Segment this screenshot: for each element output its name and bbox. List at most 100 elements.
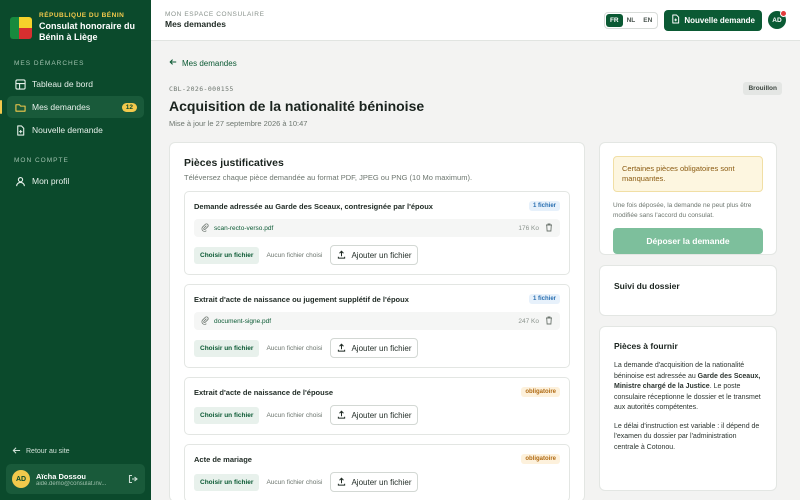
file-size: 247 Ko [518,317,539,325]
main-area: MON ESPACE CONSULAIRE Mes demandes FR NL… [151,0,800,500]
sidebar: RÉPUBLIQUE DU BÉNIN Consulat honoraire d… [0,0,151,500]
no-file-chosen: Aucun fichier choisi [266,478,323,486]
topbar: MON ESPACE CONSULAIRE Mes demandes FR NL… [151,0,800,41]
documents-subtitle: Téléversez chaque pièce demandée au form… [184,173,473,182]
breadcrumb-label: Mes demandes [182,58,237,68]
sidebar-item-label: Mon profil [32,176,70,186]
new-request-button[interactable]: Nouvelle demande [664,9,762,31]
paperclip-icon [201,222,209,234]
document-piece: Extrait d'acte de naissance ou jugement … [184,284,570,368]
topbar-kicker: MON ESPACE CONSULAIRE [165,11,265,18]
topbar-title: Mes demandes [165,19,226,29]
upload-icon [337,410,346,421]
file-link[interactable]: document-signe.pdf [214,318,271,325]
piece-name: Acte de mariage [194,454,252,464]
upload-icon [337,343,346,354]
required-badge: obligatoire [521,454,560,464]
brand[interactable]: RÉPUBLIQUE DU BÉNIN Consulat honoraire d… [0,0,151,52]
request-reference: CBL-2026-000155 [169,84,234,93]
arrow-left-icon [169,58,177,68]
add-file-label: Ajouter un fichier [351,250,412,260]
trash-icon[interactable] [545,316,553,327]
lang-nl-button[interactable]: NL [623,14,640,27]
add-file-label: Ajouter un fichier [351,343,412,353]
dashboard-icon [14,78,26,90]
sidebar-item-label: Mes demandes [32,102,91,112]
page-content: Mes demandes CBL-2026-000155 Brouillon A… [151,41,800,500]
required-documents-card: Pièces à fournir La demande d'acquisitio… [599,326,777,491]
avatar[interactable]: AD [768,10,787,29]
piece-name: Extrait d'acte de naissance ou jugement … [194,294,409,304]
add-file-button[interactable]: Ajouter un fichier [330,405,419,425]
language-switcher: FR NL EN [603,11,659,29]
required-badge: obligatoire [521,387,560,397]
user-card: AD Aïcha Dossou aide.demo@consulat.inv..… [6,464,145,494]
sidebar-item-profile[interactable]: Mon profil [7,170,144,192]
tracking-card: Suivi du dossier [599,265,777,316]
requests-count-badge: 12 [121,102,137,112]
required-documents-text: La demande d'acquisition de la nationali… [614,362,761,411]
sidebar-item-label: Tableau de bord [32,79,93,89]
choose-file-button[interactable]: Choisir un fichier [194,246,260,264]
submit-hint: Une fois déposée, la demande ne peut plu… [613,202,752,219]
upload-icon [337,250,346,261]
add-file-button[interactable]: Ajouter un fichier [330,472,419,492]
no-file-chosen: Aucun fichier choisi [266,411,323,419]
sidebar-item-requests[interactable]: Mes demandes 12 [0,96,144,118]
upload-icon [337,477,346,488]
required-documents-title: Pièces à fournir [614,341,678,351]
user-icon [14,175,26,187]
new-request-label: Nouvelle demande [684,15,755,25]
add-file-button[interactable]: Ajouter un fichier [330,338,419,358]
tracking-title: Suivi du dossier [614,281,680,291]
logout-icon[interactable] [127,473,139,485]
nav-section-account: MON COMPTE [14,157,69,164]
file-plus-icon [671,14,680,26]
status-badge: Brouillon [743,82,782,95]
arrow-left-icon [12,446,21,457]
nav-section-demarches: MES DÉMARCHES [14,60,85,67]
lang-fr-button[interactable]: FR [605,13,623,27]
missing-documents-warning: Certaines pièces obligatoires sont manqu… [613,156,763,192]
submit-card: Certaines pièces obligatoires sont manqu… [599,142,777,255]
paperclip-icon [201,315,209,327]
breadcrumb[interactable]: Mes demandes [169,58,782,68]
lang-en-button[interactable]: EN [639,14,656,27]
folder-icon [14,101,26,113]
sidebar-item-dashboard[interactable]: Tableau de bord [7,73,144,95]
page-title: Acquisition de la nationalité béninoise [169,98,425,114]
choose-file-button[interactable]: Choisir un fichier [194,406,260,424]
brand-kicker: RÉPUBLIQUE DU BÉNIN [39,12,125,19]
updated-timestamp: Mise à jour le 27 septembre 2026 à 10:47 [169,119,308,128]
user-name: Aïcha Dossou [36,471,87,481]
uploaded-file-row: scan-recto-verso.pdf 176 Ko [194,219,560,237]
brand-name: Consulat honoraire du Bénin à Liège [39,21,136,42]
benin-flag-icon [10,17,32,39]
back-to-site-link[interactable]: Retour au site [0,444,151,458]
documents-title: Pièces justificatives [184,157,284,169]
no-file-chosen: Aucun fichier choisi [266,344,323,352]
document-piece: Extrait d'acte de naissance de l'épouse … [184,377,570,435]
piece-name: Extrait d'acte de naissance de l'épouse [194,387,334,397]
submit-request-button[interactable]: Déposer la demande [613,228,763,254]
choose-file-button[interactable]: Choisir un fichier [194,339,260,357]
file-plus-icon [14,124,26,136]
add-file-label: Ajouter un fichier [351,410,412,420]
documents-card: Pièces justificatives Téléversez chaque … [169,142,585,500]
sidebar-item-new-request[interactable]: Nouvelle demande [7,119,144,141]
file-count-badge: 1 fichier [528,294,560,304]
choose-file-button[interactable]: Choisir un fichier [194,473,260,491]
file-size: 176 Ko [518,224,539,232]
trash-icon[interactable] [545,223,553,234]
document-piece: Demande adressée au Garde des Sceaux, co… [184,191,570,275]
sidebar-item-label: Nouvelle demande [32,125,103,135]
add-file-button[interactable]: Ajouter un fichier [330,245,419,265]
app-shell: RÉPUBLIQUE DU BÉNIN Consulat honoraire d… [0,0,800,500]
back-link-label: Retour au site [26,447,70,455]
uploaded-file-row: document-signe.pdf 247 Ko [194,312,560,330]
user-email: aide.demo@consulat.inv... [36,480,107,487]
no-file-chosen: Aucun fichier choisi [266,251,323,259]
piece-name: Demande adressée au Garde des Sceaux, co… [194,201,433,211]
file-link[interactable]: scan-recto-verso.pdf [214,225,273,232]
add-file-label: Ajouter un fichier [351,477,412,487]
